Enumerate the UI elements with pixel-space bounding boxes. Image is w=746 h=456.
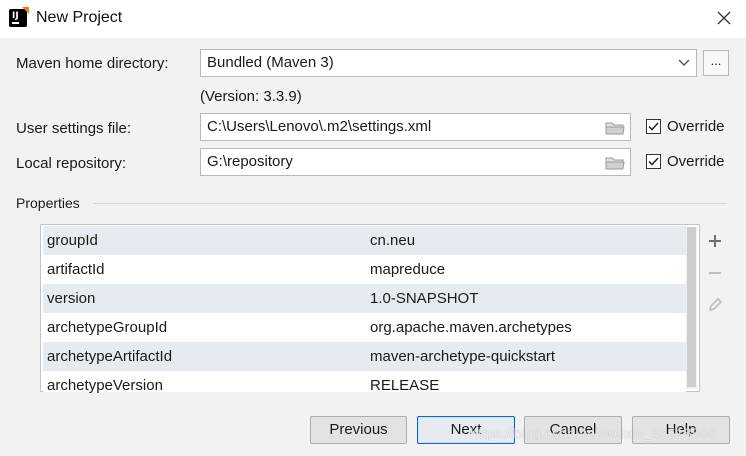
- table-row[interactable]: archetypeGroupId org.apache.maven.archet…: [43, 313, 686, 343]
- property-key: archetypeVersion: [47, 377, 163, 394]
- user-settings-input[interactable]: C:\Users\Lenovo\.m2\settings.xml: [200, 113, 631, 141]
- add-property-button[interactable]: [706, 232, 724, 250]
- property-value: cn.neu: [370, 232, 416, 249]
- checkmark-icon: [648, 157, 659, 166]
- property-key: groupId: [47, 232, 98, 249]
- table-row[interactable]: archetypeArtifactId maven-archetype-quic…: [43, 342, 686, 372]
- user-settings-value: C:\Users\Lenovo\.m2\settings.xml: [207, 118, 432, 135]
- local-repo-override-label: Override: [667, 153, 725, 170]
- cancel-button[interactable]: Cancel: [524, 416, 622, 444]
- folder-icon: [605, 122, 625, 135]
- remove-property-button[interactable]: [706, 264, 724, 282]
- user-settings-override-label: Override: [667, 118, 725, 135]
- next-button[interactable]: Next: [417, 416, 515, 444]
- plus-icon: [709, 235, 721, 247]
- maven-home-label: Maven home directory:: [16, 55, 169, 72]
- properties-table: groupId cn.neu artifactId mapreduce vers…: [40, 224, 700, 394]
- maven-version-text: (Version: 3.3.9): [200, 88, 302, 105]
- section-divider: [93, 203, 727, 204]
- intellij-idea-icon: IJ: [9, 7, 29, 27]
- folder-icon: [605, 157, 625, 170]
- previous-button[interactable]: Previous: [310, 416, 407, 444]
- user-settings-label: User settings file:: [16, 120, 132, 137]
- user-settings-override-checkbox[interactable]: [646, 119, 661, 134]
- checkmark-icon: [648, 122, 659, 131]
- local-repo-label: Local repository:: [16, 155, 127, 172]
- property-key: version: [47, 290, 96, 307]
- table-row[interactable]: version 1.0-SNAPSHOT: [43, 284, 686, 314]
- help-button[interactable]: Help: [632, 416, 730, 444]
- property-value: maven-archetype-quickstart: [370, 348, 556, 365]
- property-key: archetypeArtifactId: [47, 348, 173, 365]
- pencil-icon: [708, 297, 723, 312]
- local-repo-override-checkbox[interactable]: [646, 154, 661, 169]
- chevron-down-icon: [678, 59, 690, 66]
- table-row[interactable]: archetypeVersion RELEASE: [43, 371, 686, 394]
- property-value: 1.0-SNAPSHOT: [370, 290, 479, 307]
- window-title: New Project: [36, 9, 123, 26]
- scrollbar-thumb[interactable]: [687, 227, 696, 387]
- property-key: archetypeGroupId: [47, 319, 168, 336]
- property-value: mapreduce: [370, 261, 446, 278]
- table-row[interactable]: groupId cn.neu: [43, 226, 686, 256]
- properties-section-title: Properties: [16, 195, 80, 211]
- property-value: RELEASE: [370, 377, 440, 394]
- property-value: org.apache.maven.archetypes: [370, 319, 572, 336]
- table-row[interactable]: artifactId mapreduce: [43, 255, 686, 285]
- maven-home-value: Bundled (Maven 3): [207, 54, 334, 71]
- close-button[interactable]: [712, 6, 736, 30]
- local-repo-input[interactable]: G:\repository: [200, 148, 631, 176]
- local-repo-value: G:\repository: [207, 153, 293, 170]
- title-bar: IJ New Project: [0, 0, 746, 38]
- edit-property-button[interactable]: [706, 296, 724, 314]
- property-key: artifactId: [47, 261, 105, 278]
- browse-button[interactable]: ...: [703, 50, 729, 76]
- minus-icon: [709, 272, 721, 274]
- table-scrollbar[interactable]: [686, 227, 697, 389]
- maven-home-dropdown[interactable]: Bundled (Maven 3): [200, 49, 697, 77]
- close-icon: [717, 11, 731, 25]
